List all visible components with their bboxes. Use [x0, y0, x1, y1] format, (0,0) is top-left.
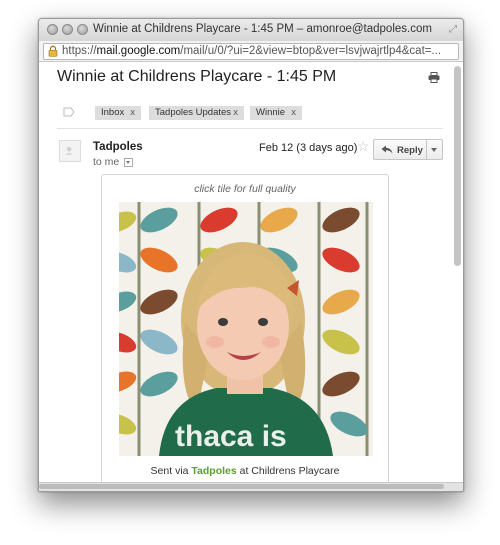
header-divider [57, 128, 443, 129]
recipient-details-dropdown[interactable] [124, 158, 133, 167]
recipient-text: to me [93, 156, 120, 168]
sender-name[interactable]: Tadpoles [93, 141, 143, 153]
fullscreen-icon[interactable]: ⤢ [449, 24, 457, 35]
reply-button[interactable]: Reply [373, 139, 427, 160]
reply-arrow-icon [381, 145, 393, 154]
avatar[interactable] [59, 140, 81, 162]
more-actions-button[interactable] [427, 139, 443, 160]
window-title: Winnie at Childrens Playcare - 1:45 PM –… [93, 23, 433, 35]
photo-image: thaca is [119, 202, 373, 456]
photo-hint: click tile for full quality [194, 183, 296, 195]
dropdown-icon [431, 148, 437, 152]
lock-icon [48, 45, 58, 57]
tadpoles-link[interactable]: Tadpoles [191, 465, 236, 477]
avatar-placeholder-icon [65, 146, 73, 155]
child-photo[interactable]: thaca is [119, 202, 373, 456]
close-window-button[interactable] [47, 24, 58, 35]
horizontal-scroll-thumb[interactable] [39, 484, 444, 489]
url-host: mail.google.com [96, 45, 181, 57]
title-bar: Winnie at Childrens Playcare - 1:45 PM –… [39, 19, 463, 42]
url-path: /mail/u/0/?ui=2&view=btop&ver=lsvjwajrtl… [180, 45, 442, 57]
message-view: Winnie at Childrens Playcare - 1:45 PM I… [39, 62, 463, 491]
remove-label-button[interactable]: x [291, 106, 296, 120]
url-text: https://mail.google.com/mail/u/0/?ui=2&v… [62, 45, 454, 57]
printer-icon[interactable] [428, 72, 440, 83]
photo-card: click tile for full quality thaca is Sen… [101, 174, 389, 486]
remove-label-button[interactable]: x [130, 106, 135, 120]
svg-text:thaca is: thaca is [175, 420, 287, 453]
remove-label-button[interactable]: x [233, 106, 238, 120]
horizontal-scrollbar[interactable] [39, 482, 463, 491]
star-icon[interactable]: ☆ [357, 138, 370, 155]
label-icon[interactable] [63, 107, 75, 117]
email-date: Feb 12 (3 days ago) [259, 142, 358, 154]
footer-prefix: Sent via [150, 465, 192, 477]
email-subject: Winnie at Childrens Playcare - 1:45 PM [57, 68, 337, 85]
address-bar: https://mail.google.com/mail/u/0/?ui=2&v… [39, 41, 463, 62]
label-name: Tadpoles Updates [155, 107, 232, 118]
sent-via-footer: Sent via Tadpoles at Childrens Playcare [102, 465, 388, 477]
vertical-scrollbar[interactable] [454, 66, 461, 266]
label-name: Winnie [256, 107, 286, 118]
browser-window: Winnie at Childrens Playcare - 1:45 PM –… [38, 18, 464, 492]
zoom-window-button[interactable] [77, 24, 88, 35]
footer-suffix: at Childrens Playcare [236, 465, 340, 477]
url-scheme: https:// [62, 45, 97, 57]
minimize-window-button[interactable] [62, 24, 73, 35]
label-name: Inbox [101, 107, 125, 118]
label-chip-winnie[interactable]: Winnie x [250, 106, 302, 120]
label-chip-tadpoles-updates[interactable]: Tadpoles Updates x [149, 106, 244, 120]
label-chip-inbox[interactable]: Inbox x [95, 106, 141, 120]
url-field[interactable]: https://mail.google.com/mail/u/0/?ui=2&v… [43, 43, 459, 60]
reply-label: Reply [397, 145, 423, 156]
